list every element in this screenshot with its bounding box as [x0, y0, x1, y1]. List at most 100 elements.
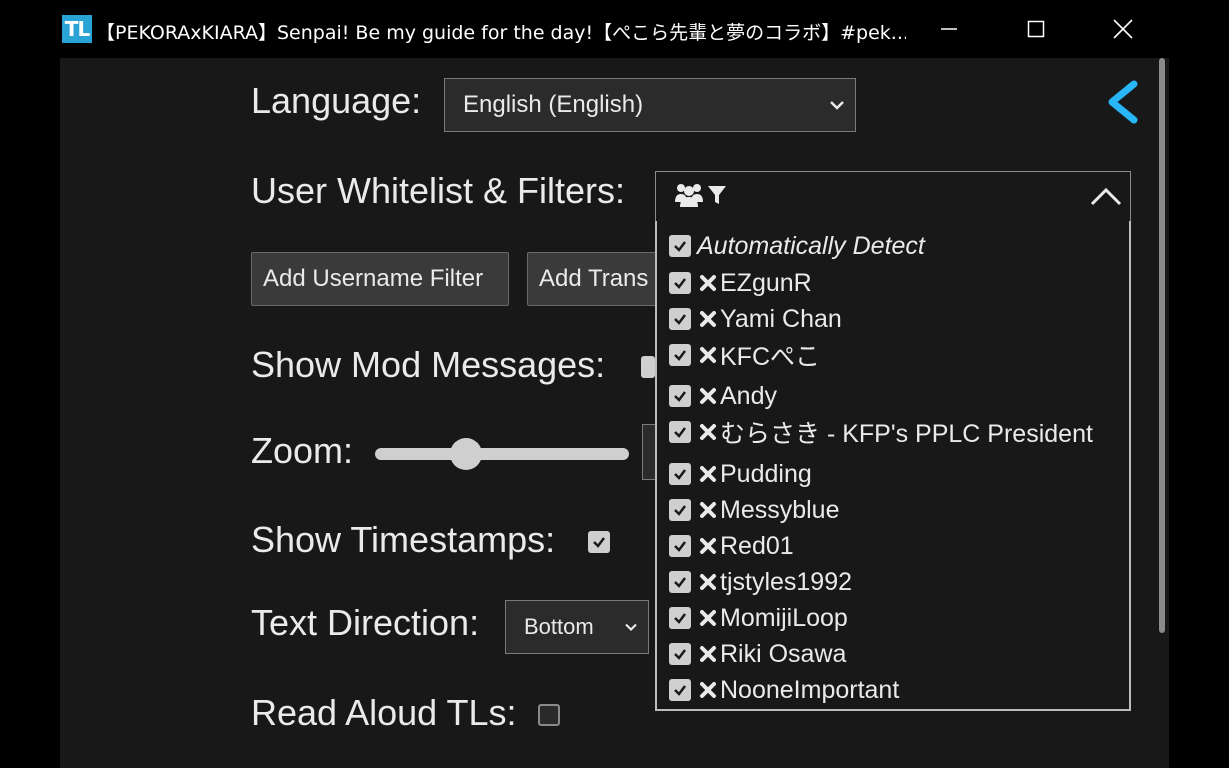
text-direction-label: Text Direction: — [251, 602, 480, 643]
show-mod-messages-checkbox[interactable] — [641, 356, 655, 378]
whitelist-item-checkbox[interactable] — [669, 421, 691, 443]
zoom-label: Zoom: — [251, 430, 354, 471]
remove-icon[interactable] — [697, 272, 719, 294]
whitelist-item: Red01 — [669, 531, 794, 561]
whitelist-item-checkbox[interactable] — [669, 235, 691, 257]
whitelist-item-checkbox[interactable] — [669, 499, 691, 521]
whitelist-item-checkbox[interactable] — [669, 344, 691, 366]
language-label: Language: — [251, 80, 422, 121]
remove-icon[interactable] — [697, 344, 719, 366]
whitelist-item: EZgunR — [669, 268, 812, 298]
checkmark-icon — [674, 541, 686, 552]
users-icon — [675, 184, 703, 207]
text-direction-select[interactable]: Bottom — [505, 600, 649, 654]
whitelist-item-label: EZgunR — [720, 268, 812, 297]
remove-icon[interactable] — [697, 571, 719, 593]
checkmark-icon — [674, 314, 686, 325]
checkmark-icon — [674, 278, 686, 289]
whitelist-item: Automatically Detect — [669, 231, 925, 261]
whitelist-item-label: NooneImportant — [720, 675, 900, 704]
whitelist-item-checkbox[interactable] — [669, 308, 691, 330]
checkmark-icon — [674, 469, 686, 480]
whitelist-item-checkbox[interactable] — [669, 571, 691, 593]
whitelist-item: むらさき - KFP's PPLC President — [669, 417, 1093, 448]
show-mod-messages-label: Show Mod Messages: — [251, 344, 606, 385]
checkmark-icon — [674, 241, 686, 252]
remove-icon[interactable] — [697, 463, 719, 485]
checkmark-icon — [674, 613, 686, 624]
checkmark-icon — [674, 505, 686, 516]
back-arrow-icon[interactable] — [1100, 78, 1144, 126]
maximize-button[interactable] — [1016, 10, 1056, 48]
chevron-down-icon — [830, 101, 844, 110]
whitelist-item-label: Yami Chan — [720, 304, 842, 333]
whitelist-item-checkbox[interactable] — [669, 272, 691, 294]
remove-icon[interactable] — [697, 643, 719, 665]
whitelist-item-label: Messyblue — [720, 495, 840, 524]
remove-icon[interactable] — [697, 679, 719, 701]
app-window: TL 【PEKORAxKIARA】Senpai! Be my guide for… — [60, 0, 1169, 768]
whitelist-item: Riki Osawa — [669, 639, 846, 669]
chevron-down-icon — [625, 623, 637, 631]
remove-icon[interactable] — [697, 499, 719, 521]
whitelist-item-checkbox[interactable] — [669, 463, 691, 485]
checkmark-icon — [674, 427, 686, 438]
language-select[interactable]: English (English) — [444, 78, 856, 132]
checkmark-icon — [674, 350, 686, 361]
scrollbar[interactable] — [1155, 58, 1169, 768]
whitelist-item-label: Red01 — [720, 531, 794, 560]
window-title: 【PEKORAxKIARA】Senpai! Be my guide for th… — [96, 22, 906, 44]
remove-icon[interactable] — [697, 385, 719, 407]
whitelist-item: Pudding — [669, 459, 812, 489]
whitelist-dropdown-header[interactable] — [655, 171, 1131, 223]
read-aloud-label: Read Aloud TLs: — [251, 692, 517, 733]
add-username-filter-button[interactable]: Add Username Filter — [251, 252, 509, 306]
whitelist-label: User Whitelist & Filters: — [251, 170, 626, 211]
remove-icon[interactable] — [697, 535, 719, 557]
show-timestamps-label: Show Timestamps: — [251, 519, 556, 560]
maximize-icon — [1027, 20, 1045, 38]
remove-icon[interactable] — [697, 308, 719, 330]
scrollbar-thumb[interactable] — [1159, 58, 1165, 633]
checkmark-icon — [674, 391, 686, 402]
remove-icon[interactable] — [697, 421, 719, 443]
whitelist-item-label: Automatically Detect — [697, 231, 925, 260]
whitelist-item-checkbox[interactable] — [669, 385, 691, 407]
whitelist-item-checkbox[interactable] — [669, 607, 691, 629]
zoom-slider-track[interactable] — [375, 448, 629, 460]
whitelist-item: tjstyles1992 — [669, 567, 852, 597]
text-direction-value: Bottom — [524, 614, 594, 639]
read-aloud-checkbox[interactable] — [538, 704, 560, 726]
filter-icon — [708, 186, 726, 204]
minimize-button[interactable] — [929, 10, 969, 48]
whitelist-item-label: Andy — [720, 381, 777, 410]
add-username-filter-label: Add Username Filter — [263, 265, 484, 292]
remove-icon[interactable] — [697, 607, 719, 629]
add-translation-filter-button[interactable]: Add Trans — [527, 252, 667, 306]
show-timestamps-checkbox[interactable] — [588, 531, 610, 553]
whitelist-item-checkbox[interactable] — [669, 679, 691, 701]
whitelist-dropdown-list: Automatically Detect EZgunR Yami Chan KFCぺこ… — [655, 221, 1131, 711]
whitelist-item-checkbox[interactable] — [669, 535, 691, 557]
checkmark-icon — [674, 649, 686, 660]
whitelist-item-label: むらさき - KFP's PPLC President — [720, 420, 1093, 448]
whitelist-item-checkbox[interactable] — [669, 643, 691, 665]
whitelist-item: Andy — [669, 381, 777, 411]
chevron-up-icon[interactable] — [1088, 182, 1124, 212]
whitelist-item-label: Riki Osawa — [720, 639, 847, 668]
title-bar[interactable]: TL 【PEKORAxKIARA】Senpai! Be my guide for… — [60, 0, 1169, 58]
add-translation-filter-label: Add Trans — [539, 265, 649, 292]
app-icon: TL — [62, 15, 92, 43]
language-value: English (English) — [463, 91, 644, 118]
whitelist-item-label: KFCぺこ — [720, 343, 821, 371]
checkmark-icon — [593, 537, 605, 548]
whitelist-item-label: tjstyles1992 — [720, 567, 853, 596]
minimize-icon — [941, 28, 957, 30]
whitelist-item: Yami Chan — [669, 304, 842, 334]
whitelist-item-label: Pudding — [720, 459, 812, 488]
close-button[interactable] — [1103, 10, 1143, 48]
whitelist-item: NooneImportant — [669, 675, 899, 705]
whitelist-item: KFCぺこ — [669, 340, 821, 371]
zoom-slider-thumb[interactable] — [450, 438, 483, 470]
whitelist-item-label: MomijiLoop — [720, 603, 848, 632]
